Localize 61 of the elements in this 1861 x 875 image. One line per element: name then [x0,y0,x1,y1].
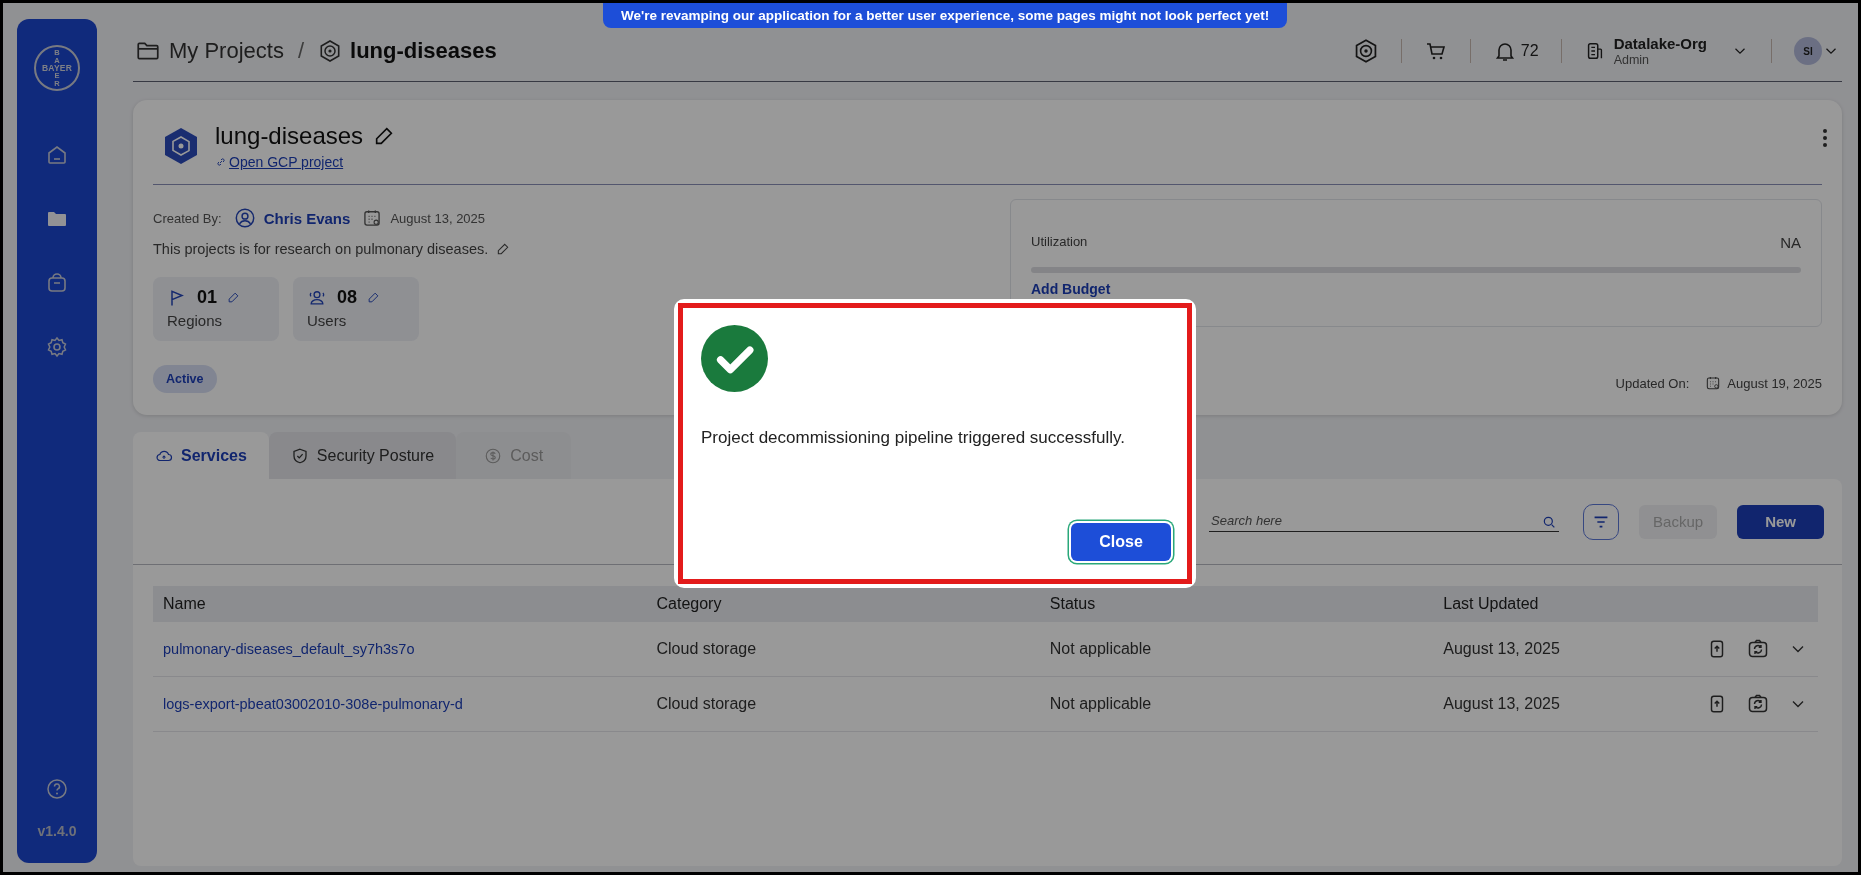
gcp-project-link[interactable]: Open GCP project [215,154,344,170]
edit-icon[interactable] [367,291,381,304]
search-field[interactable]: Search here [1209,511,1560,532]
table-cell: August 13, 2025 [1433,622,1696,677]
calendar-icon [1705,375,1722,391]
dialog-message: Project decommissioning pipeline triggered successfully. [701,428,1126,448]
announcement-banner: We're revamping our application for a better user experience, some pages might not look perfect yet! [603,3,1288,28]
more-options-icon[interactable] [1822,128,1828,148]
calendar-icon [362,208,383,228]
close-button[interactable]: Close [1071,523,1171,561]
filter-button[interactable] [1583,503,1620,540]
utilization-label: Utilization [1031,234,1088,251]
project-title: lung-diseases [215,122,364,150]
logo-text: BAYER [41,63,73,73]
column-header: Category [646,586,1040,622]
column-header: Last Updated [1433,586,1696,622]
shield-check-icon [290,446,309,465]
updated-on-label: Updated On: [1615,375,1690,391]
link-icon [215,156,227,168]
table-cell: Cloud storage [646,676,1040,732]
table-cell: August 13, 2025 [1433,676,1696,732]
breadcrumb-current: lung-diseases [350,38,497,64]
service-link[interactable]: pulmonary-diseases_default_sy7h3s7o [153,622,647,677]
bag-icon[interactable] [45,271,69,295]
check-circle-icon [701,325,768,392]
breadcrumb-link[interactable]: My Projects [169,38,284,64]
breadcrumb-separator: / [297,38,305,64]
created-by-label: Created By: [153,210,222,226]
creator-name: Chris Evans [263,209,351,227]
table-cell: Not applicable [1039,676,1434,732]
utilization-value: NA [1780,234,1801,251]
version-label: v1.4.0 [37,823,77,839]
stat-value: 08 [337,287,358,308]
stat-value: 01 [197,287,218,308]
table-cell: Cloud storage [646,622,1040,677]
stat-label: Users [307,312,348,329]
project-icon [318,39,343,63]
toolbar-button[interactable]: New [1737,504,1824,539]
settings-icon[interactable] [45,335,69,359]
column-header: Name [153,586,647,622]
project-description: This projects is for research on pulmonary diseases. [153,241,489,257]
notification-count: 72 [1520,42,1539,60]
table-cell: Not applicable [1039,622,1434,677]
user-avatar[interactable]: SI [1794,37,1822,65]
status-badge: Active [153,365,217,393]
stat-label: Regions [167,312,224,329]
created-date: August 13, 2025 [390,210,486,226]
user-icon [233,207,256,229]
edit-icon[interactable] [496,242,511,256]
user-role: Admin [1613,53,1651,67]
tab[interactable]: Services [133,432,269,479]
service-link[interactable]: logs-export-pbeat03002010-308e-pulmonary-d [153,676,647,732]
column-header: Status [1039,586,1434,622]
help-icon[interactable] [45,777,69,801]
edit-icon[interactable] [227,291,241,304]
dollar-icon [484,446,503,465]
add-budget-link[interactable]: Add Budget [1031,281,1111,297]
org-name: Datalake-Org [1613,35,1707,52]
home-icon[interactable] [45,143,69,167]
tab[interactable]: Security Posture [268,432,457,479]
updated-date: August 19, 2025 [1727,375,1822,391]
